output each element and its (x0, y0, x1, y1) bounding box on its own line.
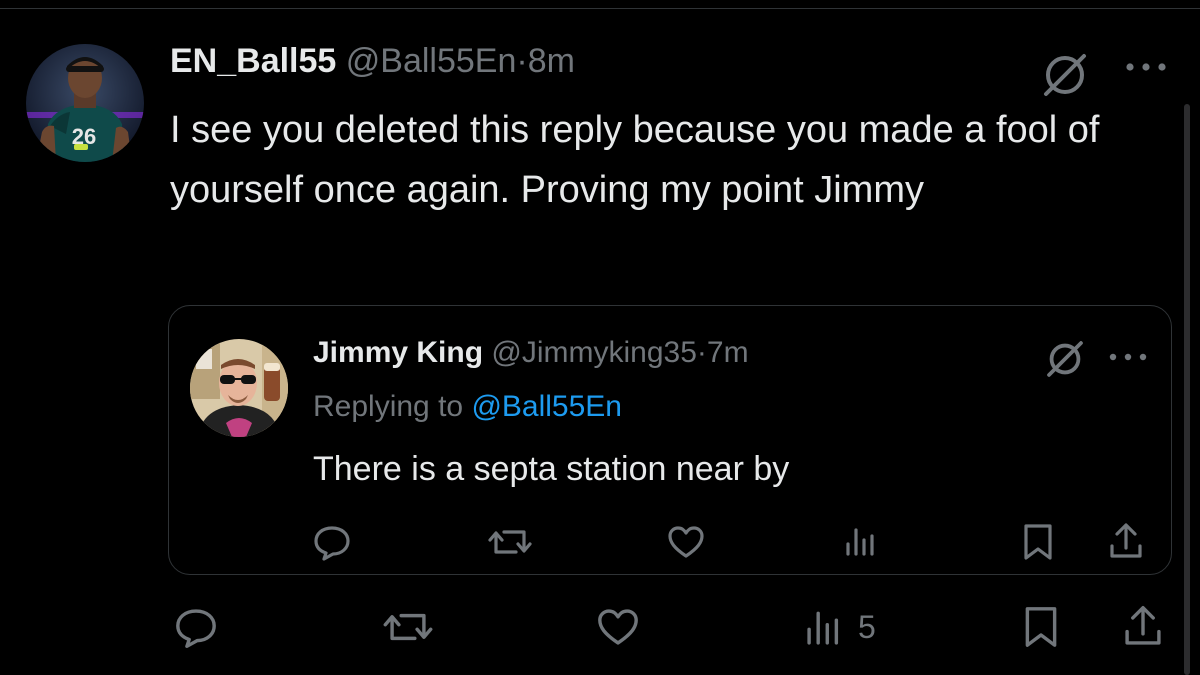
like-icon (668, 526, 704, 558)
reply-button[interactable] (170, 602, 222, 652)
quoted-tweet-header: Jimmy King @Jimmyking35·7m (313, 336, 749, 370)
display-name[interactable]: EN_Ball55 (170, 42, 336, 80)
scrollbar[interactable] (1184, 104, 1190, 675)
like-button[interactable] (592, 602, 644, 652)
reply-icon (314, 526, 350, 561)
views-icon (846, 528, 874, 556)
separator-dot: · (516, 42, 528, 80)
more-icon[interactable] (1124, 60, 1168, 79)
avatar[interactable] (190, 339, 288, 437)
handle[interactable]: @Ball55En (346, 42, 517, 80)
views-button[interactable]: 5 (802, 602, 876, 652)
grok-icon[interactable] (1040, 50, 1090, 105)
separator-dot: · (696, 336, 707, 369)
share-icon (1110, 523, 1142, 558)
quote-repost-button[interactable] (486, 520, 534, 564)
timestamp[interactable]: 8m (528, 42, 575, 80)
timestamp[interactable]: 7m (707, 336, 749, 369)
avatar[interactable]: 26 (26, 44, 144, 162)
replying-to: Replying to @Ball55En (313, 390, 622, 424)
like-icon (598, 609, 638, 645)
more-icon[interactable] (1108, 350, 1148, 368)
bookmark-icon (1025, 607, 1057, 647)
mention-link[interactable]: @Ball55En (471, 390, 622, 423)
quote-views-button[interactable] (842, 520, 882, 564)
bookmark-button[interactable] (1018, 602, 1064, 652)
bookmark-icon (1024, 524, 1052, 560)
quoted-tweet-text: There is a septa station near by (313, 450, 790, 488)
handle[interactable]: @Jimmyking35 (491, 336, 697, 369)
display-name[interactable]: Jimmy King (313, 336, 483, 369)
grok-icon[interactable] (1044, 338, 1086, 385)
tweet-text: I see you deleted this reply because you… (170, 109, 1100, 211)
repost-button[interactable] (380, 602, 436, 652)
tweet-header: EN_Ball55 @Ball55En·8m (170, 42, 575, 81)
reply-icon (176, 609, 216, 649)
repost-icon (383, 613, 433, 641)
quote-share-button[interactable] (1104, 520, 1148, 564)
share-button[interactable] (1118, 602, 1168, 652)
quote-like-button[interactable] (664, 520, 708, 564)
view-count: 5 (858, 608, 876, 645)
quote-reply-button[interactable] (310, 520, 354, 564)
share-icon (1125, 605, 1161, 645)
views-icon (807, 611, 839, 645)
quote-bookmark-button[interactable] (1018, 520, 1058, 564)
repost-icon (488, 530, 532, 554)
replying-to-label: Replying to (313, 390, 464, 423)
top-divider (0, 8, 1200, 9)
